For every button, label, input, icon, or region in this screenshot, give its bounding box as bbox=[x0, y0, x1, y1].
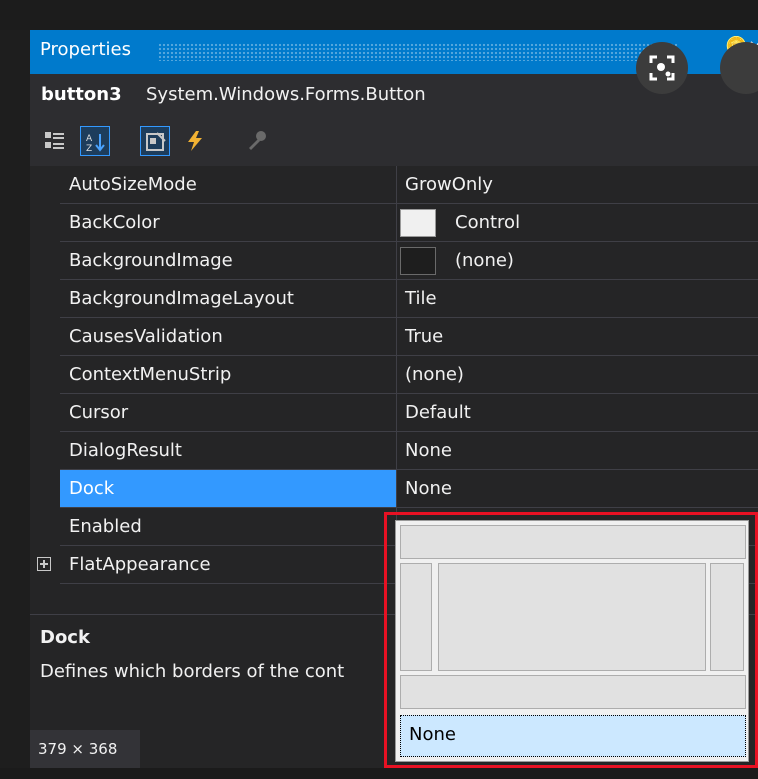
property-pages-wrench-icon bbox=[249, 131, 266, 150]
property-name: AutoSizeMode bbox=[69, 174, 197, 195]
property-value: Tile bbox=[405, 288, 437, 309]
property-row-autosizemode[interactable]: AutoSizeMode GrowOnly bbox=[30, 166, 758, 204]
color-swatch bbox=[400, 209, 436, 237]
properties-view-button[interactable] bbox=[140, 126, 170, 156]
property-row-backgroundimagelayout[interactable]: BackgroundImageLayout Tile bbox=[30, 280, 758, 318]
property-value: None bbox=[405, 440, 452, 461]
property-value: Default bbox=[405, 402, 471, 423]
object-name: button3 bbox=[41, 84, 122, 105]
property-value: (none) bbox=[405, 364, 464, 385]
alphabetical-sort-icon: A Z bbox=[86, 134, 105, 153]
window-frame-bottom bbox=[0, 768, 758, 779]
property-row-backgroundimage[interactable]: BackgroundImage (none) bbox=[30, 242, 758, 280]
property-row-cursor[interactable]: Cursor Default bbox=[30, 394, 758, 432]
events-lightning-icon bbox=[188, 131, 202, 151]
property-name: ContextMenuStrip bbox=[69, 364, 232, 385]
size-badge: 379 × 368 bbox=[30, 730, 140, 768]
property-row-contextmenustrip[interactable]: ContextMenuStrip (none) bbox=[30, 356, 758, 394]
expand-icon[interactable] bbox=[37, 557, 51, 571]
svg-text:Z: Z bbox=[86, 144, 92, 153]
property-value: Control bbox=[455, 212, 521, 233]
categorized-icon bbox=[45, 132, 64, 149]
properties-icon bbox=[146, 132, 166, 151]
titlebar-grip bbox=[158, 43, 678, 61]
panel-title: Properties bbox=[40, 39, 131, 60]
lens-search-button[interactable] bbox=[636, 42, 688, 94]
window-frame-top bbox=[0, 0, 758, 30]
description-text: Defines which borders of the cont bbox=[40, 661, 345, 682]
property-pages-button[interactable] bbox=[242, 126, 272, 156]
property-name: DialogResult bbox=[69, 440, 182, 461]
property-value: None bbox=[405, 478, 452, 499]
property-name: Enabled bbox=[69, 516, 142, 537]
events-button[interactable] bbox=[180, 126, 210, 156]
lens-icon bbox=[649, 55, 675, 81]
property-name: FlatAppearance bbox=[69, 554, 211, 575]
categorized-button[interactable] bbox=[40, 126, 70, 156]
property-name: BackColor bbox=[69, 212, 160, 233]
property-row-dialogresult[interactable]: DialogResult None bbox=[30, 432, 758, 470]
property-row-backcolor[interactable]: BackColor Control bbox=[30, 204, 758, 242]
property-value: (none) bbox=[455, 250, 514, 271]
annotation-highlight bbox=[384, 512, 758, 768]
description-title: Dock bbox=[40, 627, 90, 648]
property-value: True bbox=[405, 326, 444, 347]
property-name: CausesValidation bbox=[69, 326, 223, 347]
property-row-causesvalidation[interactable]: CausesValidation True bbox=[30, 318, 758, 356]
size-badge-text: 379 × 368 bbox=[38, 740, 118, 758]
object-type: System.Windows.Forms.Button bbox=[146, 84, 426, 105]
property-value: GrowOnly bbox=[405, 174, 493, 195]
svg-text:A: A bbox=[86, 134, 93, 144]
property-row-dock[interactable]: Dock None bbox=[30, 470, 758, 508]
image-swatch bbox=[400, 247, 436, 275]
property-name: Cursor bbox=[69, 402, 129, 423]
property-name: BackgroundImage bbox=[69, 250, 233, 271]
property-name: BackgroundImageLayout bbox=[69, 288, 294, 309]
properties-toolbar: A Z bbox=[30, 116, 758, 166]
alphabetical-button[interactable]: A Z bbox=[80, 126, 110, 156]
property-name: Dock bbox=[69, 478, 115, 499]
